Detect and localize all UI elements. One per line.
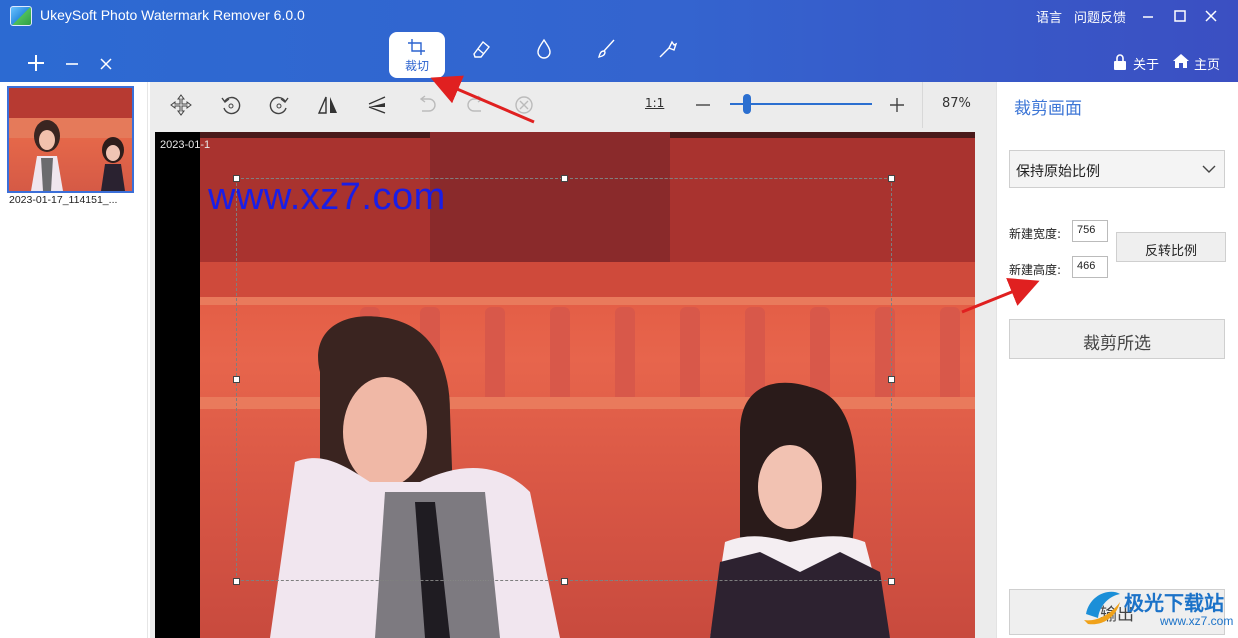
flip-horizontal-icon[interactable] [316, 93, 340, 117]
site-url: www.xz7.com [1160, 614, 1234, 628]
width-label: 新建宽度: [1009, 227, 1062, 241]
home-link[interactable]: 主页 [1194, 54, 1220, 73]
feedback-menu[interactable]: 问题反馈 [1074, 7, 1126, 26]
rotate-left-icon[interactable] [219, 93, 243, 117]
site-name: 极光下载站 [1124, 591, 1224, 615]
maximize-icon[interactable] [1172, 8, 1188, 24]
crop-handle-right[interactable] [888, 376, 895, 383]
rotate-right-icon[interactable] [267, 93, 291, 117]
crop-selection[interactable] [236, 178, 892, 581]
flip-vertical-icon[interactable] [365, 93, 389, 117]
actual-size-button[interactable]: 1:1 [645, 96, 664, 110]
zoom-slider-track[interactable] [730, 103, 872, 105]
site-logo-icon [1084, 591, 1120, 625]
crop-icon [408, 39, 425, 55]
app-logo-icon [10, 6, 32, 26]
timestamp-overlay: 2023-01-1 [160, 139, 211, 151]
reset-icon[interactable] [512, 93, 536, 117]
zoom-in-icon[interactable] [888, 96, 906, 114]
chevron-down-icon [1202, 165, 1216, 173]
brush-icon [598, 39, 615, 58]
eraser-icon [473, 40, 490, 58]
undo-icon[interactable] [415, 93, 439, 117]
minimize-icon[interactable] [1140, 8, 1156, 24]
crop-selected-button[interactable]: 裁剪所选 [1009, 319, 1225, 359]
panel-title: 裁剪画面 [1014, 99, 1082, 119]
tab-eraser[interactable] [452, 32, 508, 78]
add-file-icon[interactable] [27, 54, 45, 72]
tab-crop-label: 裁切 [404, 59, 429, 73]
flip-ratio-label: 反转比例 [1144, 244, 1197, 259]
zoom-level: 87% [942, 96, 971, 111]
ratio-select[interactable]: 保持原始比例 [1009, 150, 1225, 188]
crop-handle-bottom-left[interactable] [233, 578, 240, 585]
ratio-select-value: 保持原始比例 [1016, 164, 1100, 180]
about-link[interactable]: 关于 [1133, 54, 1159, 73]
crop-handle-top-left[interactable] [233, 175, 240, 182]
zoom-out-icon[interactable] [694, 96, 712, 114]
tab-magic[interactable] [638, 32, 694, 78]
clear-files-icon[interactable] [98, 54, 114, 72]
file-thumbnail[interactable] [7, 86, 134, 193]
width-input[interactable]: 756 [1072, 220, 1108, 242]
drop-icon [537, 38, 551, 59]
thumbnail-image [9, 88, 132, 191]
toolbar-divider [922, 82, 923, 128]
crop-handle-top-right[interactable] [888, 175, 895, 182]
lock-icon [1114, 54, 1126, 70]
remove-file-icon[interactable] [64, 54, 80, 72]
crop-handle-bottom[interactable] [561, 578, 568, 585]
flip-ratio-button[interactable]: 反转比例 [1116, 232, 1226, 262]
file-name: 2023-01-17_114151_... [9, 194, 118, 206]
app-title: UkeySoft Photo Watermark Remover 6.0.0 [40, 7, 305, 23]
crop-handle-bottom-right[interactable] [888, 578, 895, 585]
crop-handle-left[interactable] [233, 376, 240, 383]
close-icon[interactable] [1203, 8, 1219, 24]
crop-handle-top[interactable] [561, 175, 568, 182]
crop-selected-label: 裁剪所选 [1083, 334, 1151, 354]
tab-brush[interactable] [577, 32, 633, 78]
height-label: 新建高度: [1009, 263, 1062, 277]
move-icon[interactable] [169, 93, 193, 117]
magic-wand-icon [659, 40, 678, 58]
tab-crop[interactable]: 裁切 [389, 32, 445, 78]
home-icon [1173, 54, 1189, 68]
height-input[interactable]: 466 [1072, 256, 1108, 278]
zoom-slider-thumb[interactable] [743, 94, 751, 114]
language-menu[interactable]: 语言 [1036, 7, 1062, 26]
redo-icon[interactable] [464, 93, 488, 117]
tab-blur[interactable] [515, 32, 571, 78]
